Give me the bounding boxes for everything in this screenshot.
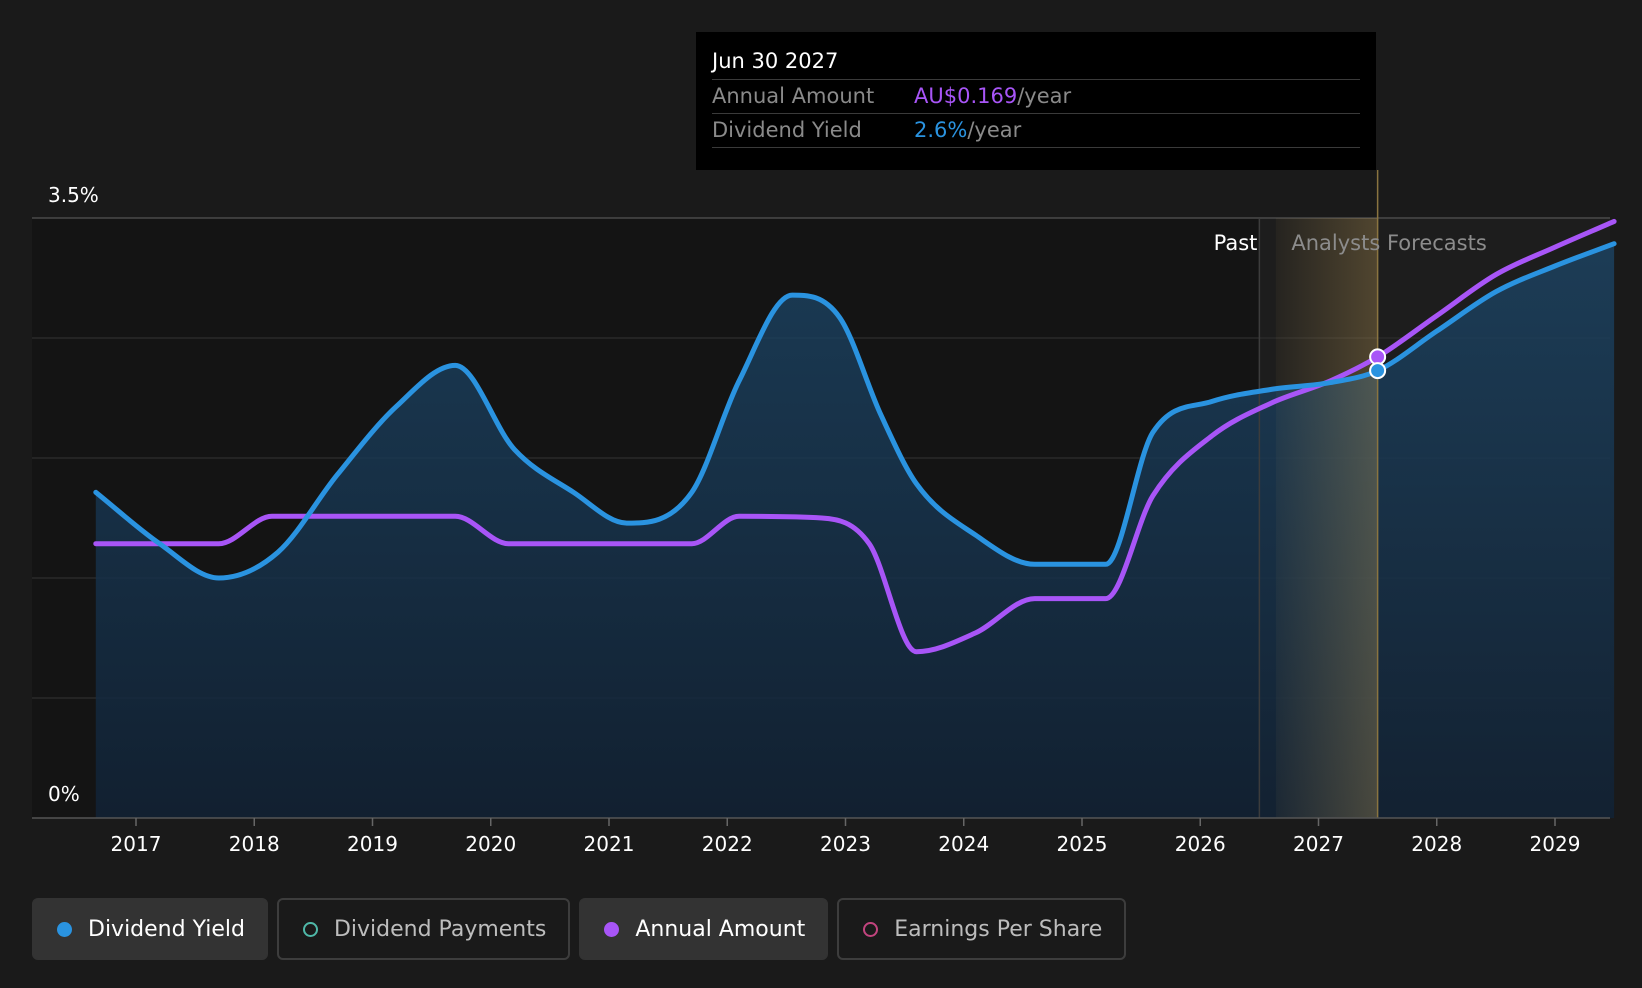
x-tick-label: 2022 xyxy=(702,832,753,856)
tooltip-label: Annual Amount xyxy=(712,84,875,108)
dividend-payments-ring-icon xyxy=(302,921,318,937)
earnings-per-share-ring-icon xyxy=(863,921,879,937)
x-tick-label: 2026 xyxy=(1175,832,1226,856)
x-tick-label: 2029 xyxy=(1530,832,1581,856)
y-axis-bottom-label: 0% xyxy=(48,782,80,806)
tooltip-row-dividend-yield: Dividend Yield 2.6%/year xyxy=(712,114,1360,148)
forecast-label: Analysts Forecasts xyxy=(1291,231,1486,255)
legend-label: Dividend Yield xyxy=(88,916,245,942)
chart-legend: Dividend Yield Dividend Payments Annual … xyxy=(32,898,1127,962)
tooltip-row-annual-amount: Annual Amount AU$0.169/year xyxy=(712,80,1360,114)
x-tick-label: 2025 xyxy=(1057,832,1108,856)
x-tick-label: 2020 xyxy=(465,832,516,856)
dividend-yield-dot-icon xyxy=(57,921,72,937)
legend-earnings-per-share[interactable]: Earnings Per Share xyxy=(837,898,1127,960)
tooltip-unit: /year xyxy=(1017,84,1072,108)
hover-highlight-band xyxy=(1275,218,1378,818)
x-axis-ticks: 2017 2018 2019 2020 2021 2022 2023 2024 2025 2026… xyxy=(111,818,1581,856)
tooltip-value: AU$0.169 xyxy=(914,84,1018,108)
x-tick-label: 2023 xyxy=(820,832,871,856)
y-axis-top-label: 3.5% xyxy=(48,183,99,207)
x-tick-label: 2027 xyxy=(1293,832,1344,856)
legend-dividend-yield[interactable]: Dividend Yield xyxy=(32,898,268,960)
legend-label: Annual Amount xyxy=(635,916,806,942)
tooltip-date: Jun 30 2027 xyxy=(712,46,1360,80)
legend-label: Dividend Payments xyxy=(333,916,547,942)
annual-amount-dot-icon xyxy=(604,921,620,937)
legend-label: Earnings Per Share xyxy=(894,916,1103,942)
x-tick-label: 2024 xyxy=(938,832,989,856)
legend-dividend-payments[interactable]: Dividend Payments xyxy=(276,898,571,960)
chart-tooltip: Jun 30 2027 Annual Amount AU$0.169/year D… xyxy=(696,32,1376,170)
past-label: Past xyxy=(1214,231,1258,255)
tooltip-value: 2.6% xyxy=(914,118,968,142)
x-tick-label: 2019 xyxy=(347,832,398,856)
dividend-yield-marker xyxy=(1369,362,1387,380)
x-tick-label: 2028 xyxy=(1411,832,1462,856)
x-tick-label: 2021 xyxy=(584,832,635,856)
x-tick-label: 2018 xyxy=(229,832,280,856)
tooltip-unit: /year xyxy=(967,118,1022,142)
tooltip-label: Dividend Yield xyxy=(712,118,862,142)
legend-annual-amount[interactable]: Annual Amount xyxy=(579,898,829,960)
x-tick-label: 2017 xyxy=(111,832,162,856)
